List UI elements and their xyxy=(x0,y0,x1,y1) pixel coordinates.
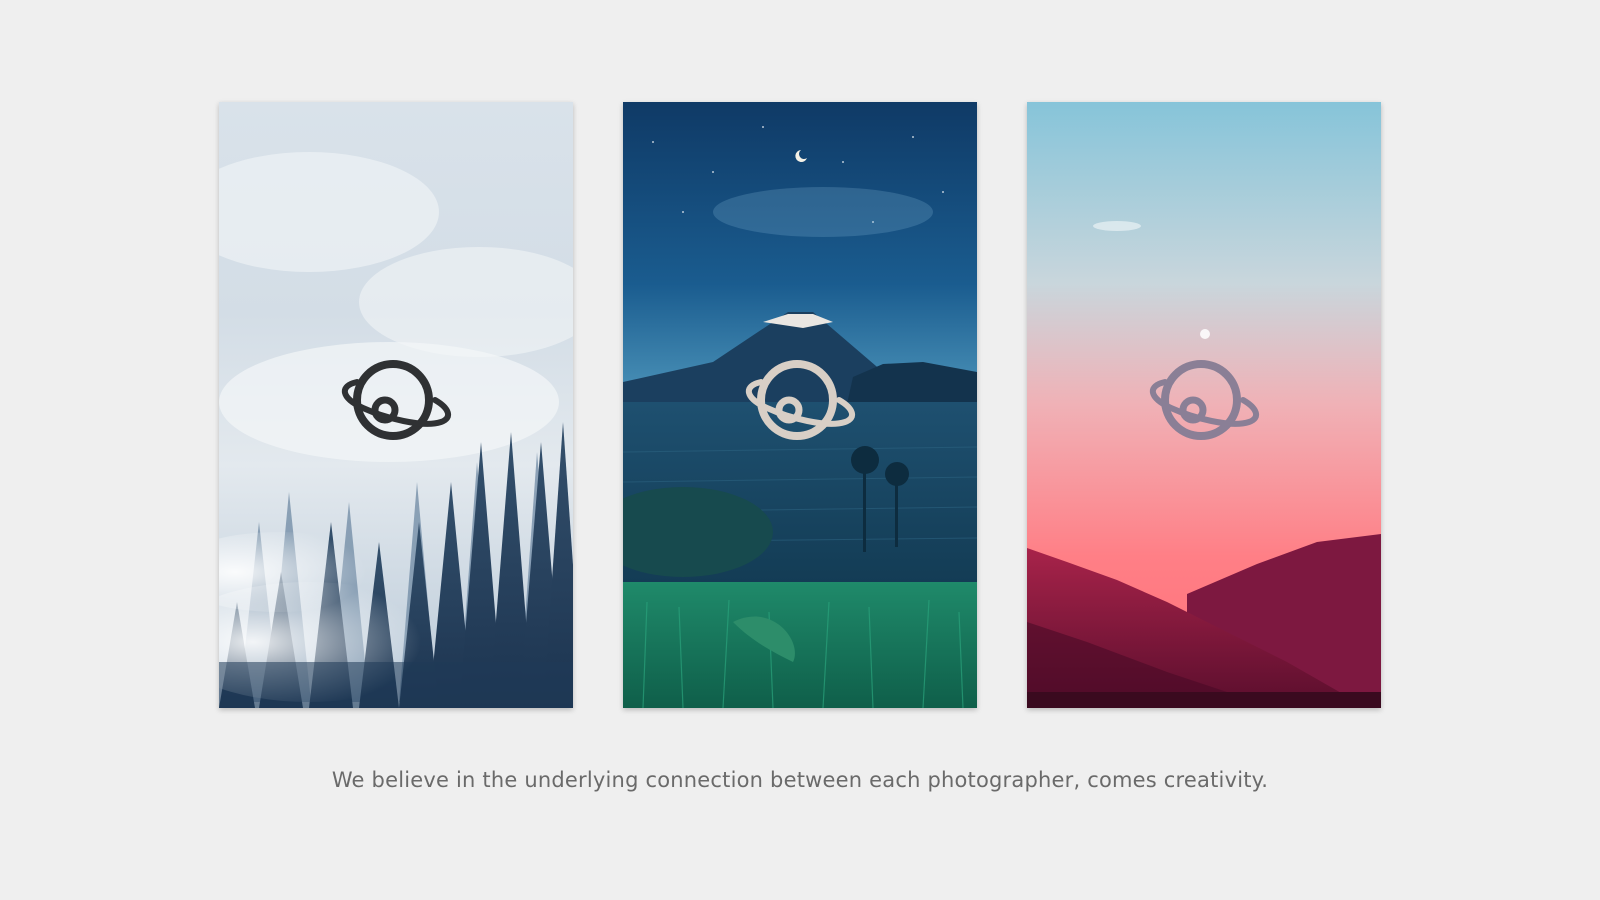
planet-logo xyxy=(335,356,455,446)
planet-icon xyxy=(1150,360,1260,440)
planet-logo xyxy=(1143,356,1263,446)
planet-icon xyxy=(746,360,856,440)
gallery-section: We believe in the underlying connection … xyxy=(0,0,1600,900)
tagline: We believe in the underlying connection … xyxy=(331,768,1269,792)
planet-logo xyxy=(739,356,859,446)
planet-icon xyxy=(342,360,452,440)
photo-card-volcano[interactable] xyxy=(623,102,977,708)
photo-card-sunset[interactable] xyxy=(1027,102,1381,708)
photo-card-forest[interactable] xyxy=(219,102,573,708)
